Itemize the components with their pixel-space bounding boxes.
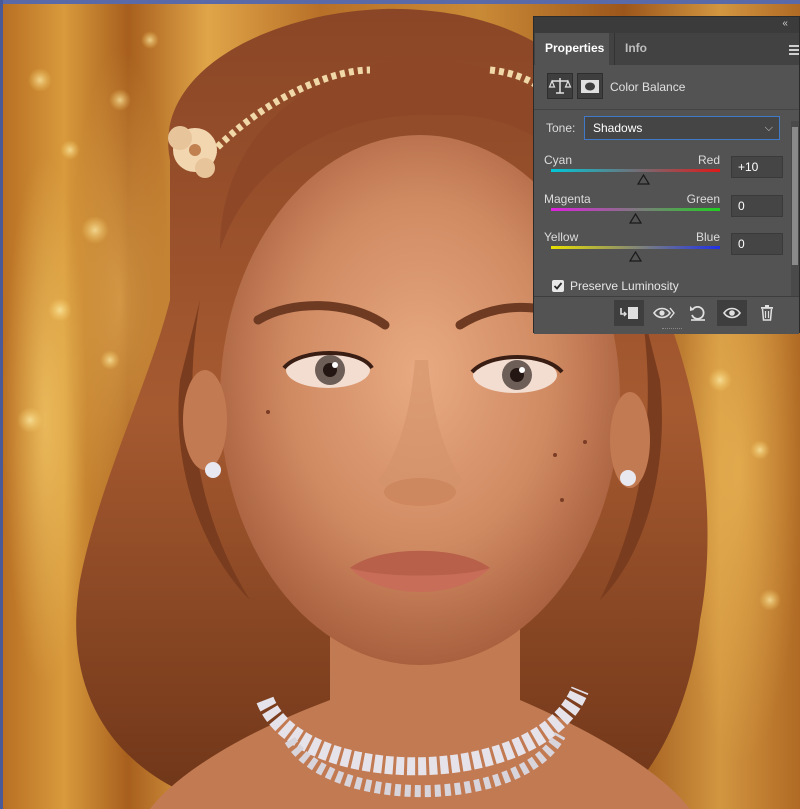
yellow-blue-track[interactable] (551, 246, 720, 249)
yellow-blue-value-input[interactable]: 0 (731, 233, 783, 255)
canvas-edge-left (0, 0, 3, 809)
magenta-green-value-input[interactable]: 0 (731, 195, 783, 217)
preserve-luminosity-label: Preserve Luminosity (570, 279, 679, 293)
preserve-luminosity-checkbox[interactable] (552, 280, 564, 292)
tone-value: Shadows (593, 121, 643, 135)
collapse-panel-button[interactable]: ‹‹ (782, 18, 788, 29)
cyan-red-slider-thumb[interactable] (637, 174, 651, 185)
view-previous-state-icon[interactable] (649, 300, 679, 326)
clip-to-layer-icon[interactable] (614, 300, 644, 326)
slider-label-right: Green (686, 192, 720, 206)
canvas-edge-top (0, 0, 800, 4)
delete-icon[interactable] (752, 300, 782, 326)
slider-label-left: Magenta (544, 192, 591, 206)
cyan-red-slider-group: Cyan Red +10 (544, 153, 784, 189)
cyan-red-value-input[interactable]: +10 (731, 156, 783, 178)
hamburger-menu-icon[interactable] (789, 45, 799, 57)
panel-scrollbar[interactable] (791, 121, 799, 301)
cyan-red-track[interactable] (551, 169, 720, 172)
panel-title-bar[interactable]: ‹‹ (534, 17, 799, 33)
color-balance-scale-icon[interactable] (547, 73, 573, 99)
panel-resize-grip[interactable] (662, 328, 682, 331)
tone-dropdown[interactable]: Shadows ⌵ (584, 116, 780, 140)
divider (534, 109, 799, 110)
panel-tab-bar: Properties Info (534, 33, 799, 65)
reset-icon[interactable] (683, 300, 713, 326)
properties-panel: ‹‹ Properties Info Color Balance Tone: S… (533, 16, 800, 334)
tab-properties[interactable]: Properties (535, 33, 609, 65)
slider-label-left: Cyan (544, 153, 573, 167)
layer-mask-icon[interactable] (577, 73, 603, 99)
chevron-down-icon: ⌵ (764, 122, 773, 134)
magenta-green-track[interactable] (551, 208, 720, 211)
slider-label-right: Blue (695, 230, 720, 244)
adjustment-title: Color Balance (610, 80, 686, 94)
yellow-blue-slider-group: Yellow Blue 0 (544, 230, 784, 266)
slider-label-left: Yellow (544, 230, 579, 244)
magenta-green-slider-group: Magenta Green 0 (544, 192, 784, 228)
tab-info[interactable]: Info (614, 33, 658, 65)
tone-label: Tone: (546, 121, 576, 135)
magenta-green-slider-thumb[interactable] (629, 213, 642, 224)
scrollbar-thumb[interactable] (792, 127, 798, 265)
adjustment-header: Color Balance (534, 73, 799, 103)
toggle-visibility-icon[interactable] (717, 300, 747, 326)
panel-footer-toolbar (534, 296, 799, 334)
yellow-blue-slider-thumb[interactable] (629, 251, 642, 262)
slider-label-right: Red (697, 153, 720, 167)
